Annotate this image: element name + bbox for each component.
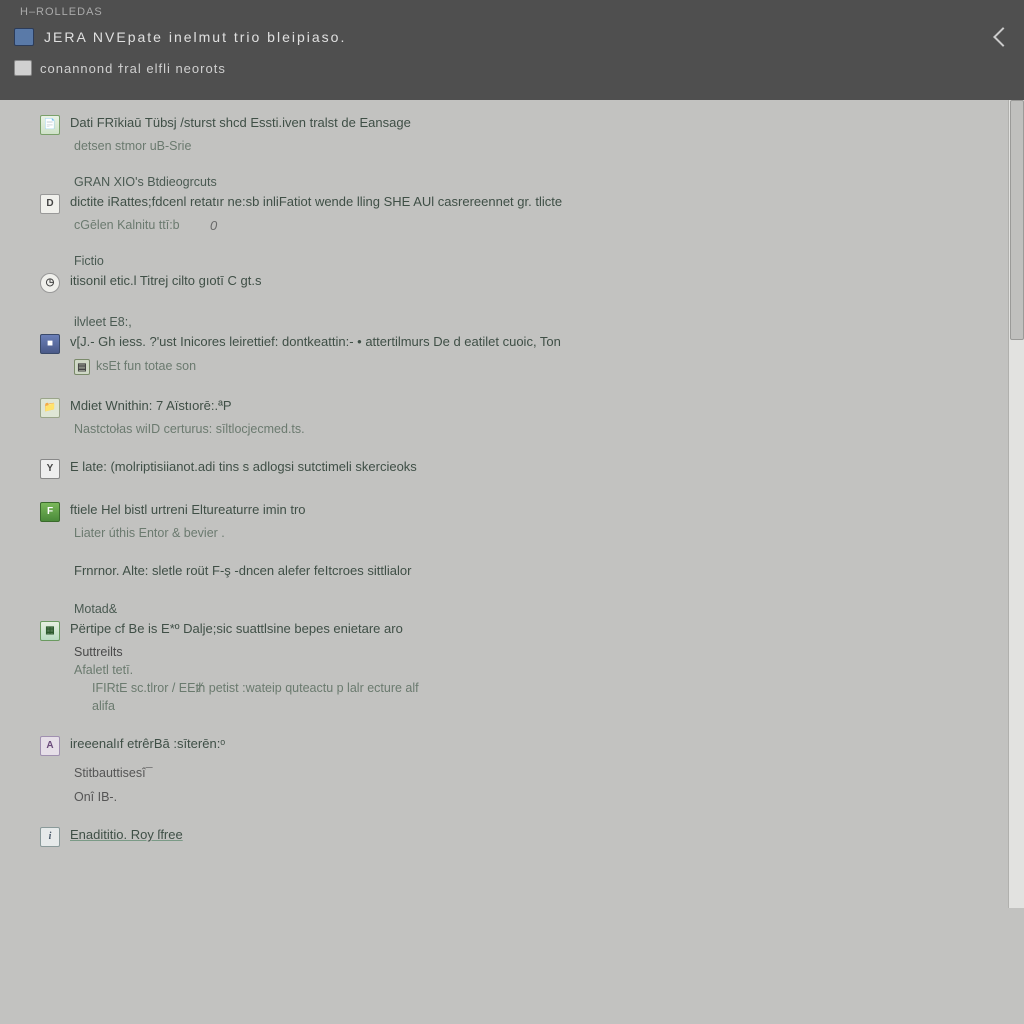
item-title: Enadititio. Roy ſfree xyxy=(70,826,183,844)
command-icon xyxy=(14,60,32,76)
main-content: 0 📄 Dati FRīkiaū Tübsj /sturst shcd Essti… xyxy=(0,100,1024,1024)
app-header: H–ROLLEDAS JERA NVEpate inelmut trio ble… xyxy=(0,0,1024,100)
item-title: Mdiet Wnithin: 7 Aïstıorē:.ªP xyxy=(70,397,232,415)
letter-f-icon: F xyxy=(40,502,60,522)
item-subline: ksEt fun totae son xyxy=(96,359,196,373)
extra-line: Stitbauttisesî¯ xyxy=(74,766,1000,780)
tree-node[interactable]: IFIRtE sc.tlror / EEᵺ petist :wateip qut… xyxy=(92,681,1000,695)
scrollbar-thumb[interactable] xyxy=(1010,100,1024,340)
item-subline: detsen stmor uB-Srie xyxy=(74,139,191,153)
list-item[interactable]: ▦ Përtipe cf Be is E*º Dalje;sic suattlsi… xyxy=(40,620,1000,641)
tree-node[interactable]: Suttreilts xyxy=(74,645,1000,659)
page-subtitle: conannond ϯral elfli neorots xyxy=(40,61,226,76)
item-title: dictite iRattes;fdcenl retatır ne:sb inl… xyxy=(70,193,562,211)
list-item[interactable]: Y E late: (molriptisiianot.adi tins s adl… xyxy=(40,458,1000,479)
list-item[interactable]: Frnrnor. Alte: sletle roüt F-ş -dncen al… xyxy=(74,562,1000,580)
list-item[interactable]: ◷ itisonil etic.l Titrej cilto gıotī C gt… xyxy=(40,272,1000,293)
section-heading: GRAN XIO's Btdieogrcuts xyxy=(74,175,1000,189)
section-heading: ilvleet E8:, xyxy=(74,315,1000,329)
letter-y-icon: Y xyxy=(40,459,60,479)
letter-d-icon: D xyxy=(40,194,60,214)
sub-icon: ▤ xyxy=(74,359,90,375)
scrollbar[interactable] xyxy=(1008,100,1024,908)
item-subline: Liater úthis Entor & bevier . xyxy=(74,526,225,540)
section-heading: Motad& xyxy=(74,602,1000,616)
item-title: v[J.- Gh iess. ?'ust Inicores leirettief… xyxy=(70,333,561,351)
annotation-zero: 0 xyxy=(210,218,217,233)
tree-node[interactable]: alifa xyxy=(92,699,1000,713)
app-icon xyxy=(14,28,34,46)
item-subline: cGēlen Kalnitu ttī:b xyxy=(74,218,180,232)
section-heading: Fictio xyxy=(74,254,1000,268)
list-item[interactable]: i Enadititio. Roy ſfree xyxy=(40,826,1000,847)
clock-icon: ◷ xyxy=(40,273,60,293)
item-subline: Nastctołas wiID certurus: sīltlocjecmed.… xyxy=(74,422,305,436)
tree-node[interactable]: Afaletl tetī. xyxy=(74,663,1000,677)
item-title: ireeenalıf etrêrBā :sīterēn:ᵒ xyxy=(70,735,225,753)
list-item[interactable]: 📄 Dati FRīkiaū Tübsj /sturst shcd Essti.i… xyxy=(40,114,1000,135)
list-item[interactable]: Ddictite iRattes;fdcenl retatır ne:sb in… xyxy=(40,193,1000,214)
item-title: E late: (molriptisiianot.adi tins s adlo… xyxy=(70,458,417,476)
item-title: ftiele Hel bistl urtreni Eltureaturre im… xyxy=(70,501,306,519)
item-title: itisonil etic.l Titrej cilto gıotī C gt.… xyxy=(70,272,261,290)
document-icon: 📄 xyxy=(40,115,60,135)
folder-icon: 📁 xyxy=(40,398,60,418)
list-item[interactable]: Aireeenalıf etrêrBā :sīterēn:ᵒ xyxy=(40,735,1000,756)
list-item[interactable]: 📁 Mdiet Wnithin: 7 Aïstıorē:.ªP xyxy=(40,397,1000,418)
extra-line: Onî IB-. xyxy=(74,790,1000,804)
letter-a-icon: A xyxy=(40,736,60,756)
square-icon: ■ xyxy=(40,334,60,354)
back-arrow-icon[interactable] xyxy=(993,27,1013,47)
breadcrumb: H–ROLLEDAS xyxy=(14,6,1010,18)
sheet-icon: ▦ xyxy=(40,621,60,641)
info-icon: i xyxy=(40,827,60,847)
item-title: Përtipe cf Be is E*º Dalje;sic suattlsin… xyxy=(70,620,403,638)
page-title: JERA NVEpate inelmut trio bleipiaso. xyxy=(44,29,346,45)
list-item[interactable]: Fftiele Hel bistl urtreni Eltureaturre i… xyxy=(40,501,1000,522)
item-title: Frnrnor. Alte: sletle roüt F-ş -dncen al… xyxy=(74,562,411,580)
item-title: Dati FRīkiaū Tübsj /sturst shcd Essti.iv… xyxy=(70,114,411,132)
list-item[interactable]: ■ v[J.- Gh iess. ?'ust Inicores leirettie… xyxy=(40,333,1000,354)
